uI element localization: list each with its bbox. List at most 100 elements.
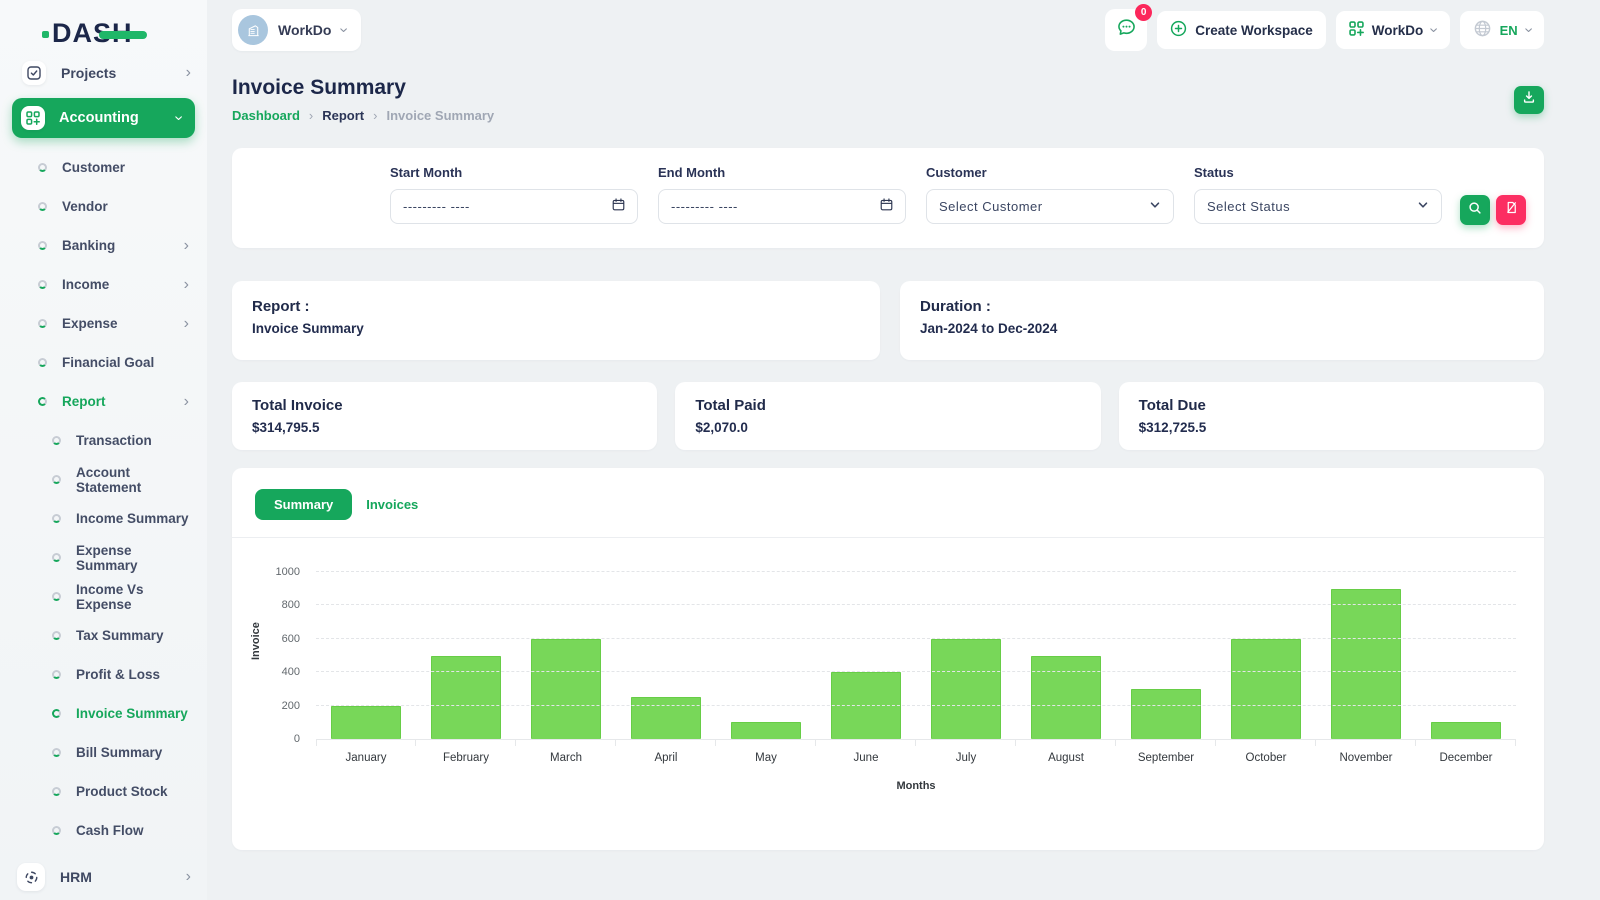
start-month-input[interactable]: --------- ----	[390, 189, 638, 224]
bar-december	[1431, 722, 1501, 739]
sidebar-item-income-summary[interactable]: Income Summary	[0, 499, 207, 538]
total-value: $312,725.5	[1138, 420, 1207, 435]
bar-october	[1231, 638, 1301, 739]
x-tick-label: June	[853, 752, 879, 764]
sidebar-item-expense[interactable]: Expense ›	[0, 304, 207, 343]
x-tick-label: March	[550, 752, 582, 764]
dash-logo: DASH	[42, 16, 147, 50]
x-tick-label: April	[654, 752, 678, 764]
field-value: --------- ----	[671, 199, 738, 214]
create-workspace-label: Create Workspace	[1195, 22, 1313, 38]
sidebar-item-invoice-summary[interactable]: Invoice Summary	[0, 694, 207, 733]
create-workspace-button[interactable]: Create Workspace	[1157, 11, 1326, 49]
customer-select[interactable]: Select Customer	[926, 189, 1174, 224]
sidebar-item-product-stock[interactable]: Product Stock	[0, 772, 207, 811]
x-tick-label: July	[955, 752, 977, 764]
target-icon	[17, 863, 45, 891]
sidebar-item-label: Expense Summary	[76, 542, 138, 573]
x-tick-label: August	[1048, 752, 1084, 764]
sidebar-item-cash-flow[interactable]: Cash Flow	[0, 811, 207, 850]
bar-november	[1331, 588, 1401, 739]
y-tick-label: 400	[281, 666, 300, 679]
total-label: Total Due	[1138, 397, 1206, 414]
y-tick-label: 200	[281, 699, 300, 712]
total-paid-card: Total Paid $2,070.0	[675, 382, 1101, 450]
chart-plot-area	[316, 571, 1516, 746]
sidebar-item-financial-goal[interactable]: Financial Goal	[0, 343, 207, 382]
bar-may	[731, 722, 801, 739]
chart-card: Summary Invoices Invoice 0 200 400 600 800 10…	[232, 468, 1544, 850]
bullet-icon	[52, 436, 61, 445]
download-button[interactable]	[1514, 85, 1544, 114]
breadcrumb-current: Invoice Summary	[386, 108, 495, 123]
chevron-down-icon	[1417, 198, 1429, 216]
tab-summary[interactable]: Summary	[255, 489, 353, 520]
total-value: $314,795.5	[252, 420, 320, 435]
chevron-right-icon: ›	[185, 64, 191, 81]
end-month-input[interactable]: --------- ----	[658, 189, 906, 224]
checkbox-icon	[22, 61, 46, 85]
language-code: EN	[1499, 22, 1518, 38]
filter-buttons	[1460, 195, 1526, 248]
messages-button[interactable]: 0	[1105, 4, 1153, 51]
customer-field: Customer Select Customer	[926, 165, 1174, 248]
sidebar-item-label: Tax Summary	[76, 628, 164, 643]
sidebar-item-transaction[interactable]: Transaction	[0, 421, 207, 460]
field-label: Start Month	[390, 165, 463, 180]
gridline	[316, 571, 1516, 572]
field-value: Select Customer	[939, 199, 1043, 214]
tab-invoices[interactable]: Invoices	[366, 497, 418, 512]
sidebar-item-label: Invoice Summary	[76, 706, 188, 721]
breadcrumb-report[interactable]: Report	[322, 108, 364, 123]
topbar: WorkDo › 0 Create Workspace WorkDo › EN …	[207, 0, 1600, 52]
sidebar-item-projects[interactable]: Projects ›	[0, 56, 207, 90]
sidebar-item-income[interactable]: Income ›	[0, 265, 207, 304]
bullet-icon	[38, 163, 47, 172]
breadcrumb: Dashboard › Report › Invoice Summary	[232, 108, 494, 123]
search-button[interactable]	[1460, 195, 1490, 225]
sidebar-item-label: HRM	[60, 869, 92, 885]
start-month-field: Start Month --------- ----	[390, 165, 638, 248]
sidebar-item-vendor[interactable]: Vendor	[0, 187, 207, 226]
sidebar-item-expense-summary[interactable]: Expense Summary	[0, 538, 207, 577]
bullet-icon	[52, 631, 61, 640]
filter-fields: Start Month --------- ---- End Month ------…	[390, 165, 1442, 248]
sidebar-item-label: Financial Goal	[62, 355, 155, 370]
sidebar-item-banking[interactable]: Banking ›	[0, 226, 207, 265]
reset-button[interactable]	[1496, 195, 1526, 225]
sidebar-item-hrm[interactable]: HRM ›	[0, 860, 207, 894]
sidebar-item-label: Accounting	[59, 110, 139, 126]
duration-label: Duration :	[920, 298, 991, 315]
bullet-icon	[38, 280, 47, 289]
search-icon	[1468, 201, 1482, 220]
language-selector[interactable]: EN ›	[1459, 11, 1544, 49]
workspace-menu-button[interactable]: WorkDo ›	[1335, 11, 1450, 49]
status-select[interactable]: Select Status	[1194, 189, 1442, 224]
bullet-icon	[52, 826, 61, 835]
sidebar-item-account-statement[interactable]: Account Statement	[0, 460, 207, 499]
total-label: Total Paid	[695, 397, 766, 414]
chevron-right-icon: ›	[183, 275, 189, 293]
sidebar-item-income-vs-expense[interactable]: Income Vs Expense	[0, 577, 207, 616]
grid-plus-icon	[21, 106, 45, 130]
breadcrumb-dashboard[interactable]: Dashboard	[232, 108, 300, 123]
sidebar-item-accounting[interactable]: Accounting ›	[12, 98, 195, 138]
field-label: End Month	[658, 165, 726, 180]
x-axis-line	[316, 739, 1516, 740]
sidebar-item-report[interactable]: Report ›	[0, 382, 207, 421]
y-tick-label: 0	[293, 733, 300, 745]
sidebar-item-profit-loss[interactable]: Profit & Loss	[0, 655, 207, 694]
sidebar-item-customer[interactable]: Customer	[0, 148, 207, 187]
field-label: Status	[1194, 165, 1234, 180]
grid-plus-icon	[1349, 21, 1364, 39]
gridline	[316, 671, 1516, 673]
sidebar-item-tax-summary[interactable]: Tax Summary	[0, 616, 207, 655]
logo-dash-bar	[98, 30, 147, 39]
main-area: WorkDo › 0 Create Workspace WorkDo › EN …	[207, 0, 1600, 900]
bar-august	[1031, 655, 1101, 739]
sidebar-item-bill-summary[interactable]: Bill Summary	[0, 733, 207, 772]
workspace-switcher[interactable]: WorkDo ›	[232, 9, 361, 51]
bar-cell	[916, 572, 1016, 746]
bullet-icon	[52, 592, 61, 601]
breadcrumb-separator: ›	[373, 108, 378, 123]
